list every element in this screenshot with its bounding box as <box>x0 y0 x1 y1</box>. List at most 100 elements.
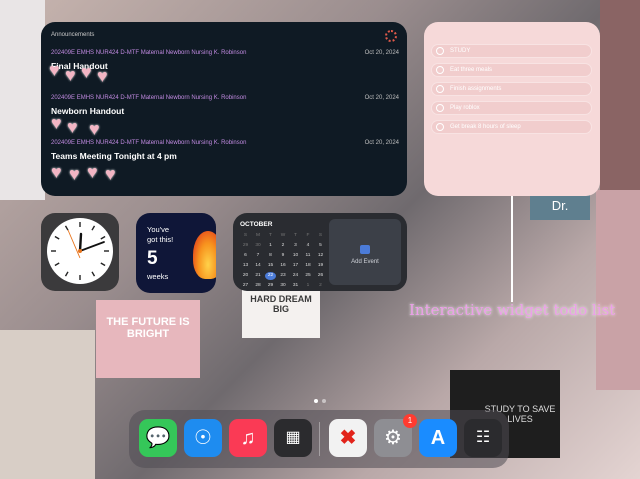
checkbox[interactable] <box>436 123 444 131</box>
calendar-day[interactable]: 14 <box>253 262 264 270</box>
calendar-day[interactable]: 11 <box>303 252 314 260</box>
todo-label: Get break 8 hours of sleep <box>450 123 521 130</box>
calendar-day[interactable]: 2 <box>315 282 326 290</box>
calendar-day[interactable]: 31 <box>290 282 301 290</box>
calendar-day[interactable]: 28 <box>253 282 264 290</box>
announcement-item[interactable]: 202409E EMHS NUR424 D-MTF Maternal Newbo… <box>51 95 399 139</box>
announcement-course: 202409E EMHS NUR424 D-MTF Maternal Newbo… <box>51 50 247 56</box>
heart-icon: ♥ <box>67 117 78 137</box>
announcement-course: 202409E EMHS NUR424 D-MTF Maternal Newbo… <box>51 95 247 101</box>
heart-icon: ♥ <box>105 164 116 184</box>
chat-bubble-icon: 💬 <box>145 427 171 449</box>
calendar-day[interactable]: 16 <box>278 262 289 270</box>
grid-icon: ▦ <box>285 429 301 446</box>
calendar-day[interactable]: 23 <box>278 272 289 280</box>
page-dot-active[interactable] <box>314 399 318 403</box>
calendar-day[interactable]: 27 <box>240 282 251 290</box>
settings-app-icon[interactable]: ⚙ 1 <box>374 414 417 457</box>
wallpaper-photo-right <box>600 0 640 200</box>
calendar-day[interactable]: 30 <box>253 242 264 250</box>
calendar-day[interactable]: 22 <box>265 272 276 280</box>
calendar-day[interactable]: 29 <box>265 282 276 290</box>
calendar-day[interactable]: 20 <box>240 272 251 280</box>
calendar-day[interactable]: 7 <box>253 252 264 260</box>
calendar-day[interactable]: 19 <box>315 262 326 270</box>
app-store-icon[interactable]: A <box>419 419 457 457</box>
add-event-button[interactable]: Add Event <box>329 219 401 285</box>
clock-widget[interactable] <box>41 213 119 291</box>
calendar-day[interactable]: 26 <box>315 272 326 280</box>
announcement-date: Oct 20, 2024 <box>364 95 399 101</box>
clock-hands-icon <box>51 222 109 280</box>
calendar-day[interactable]: 15 <box>265 262 276 270</box>
calendar-day[interactable]: 1 <box>303 282 314 290</box>
safari-app-icon[interactable]: ☉ <box>184 419 222 457</box>
checkbox[interactable] <box>436 66 444 74</box>
clock-face <box>47 218 113 284</box>
calendar-day[interactable]: 29 <box>240 242 251 250</box>
calendar-day[interactable]: 2 <box>278 242 289 250</box>
calendar-day[interactable]: 13 <box>240 262 251 270</box>
heart-icon: ♥ <box>81 62 92 82</box>
calendar-day[interactable]: 10 <box>290 252 301 260</box>
calendar-widget[interactable]: OCTOBER S M T W T F S 29 30 1 2 3 4 5 6 7 8 9 10 11 12 13 14 15… <box>233 213 407 291</box>
heart-icon: ♥ <box>97 66 108 86</box>
todo-item[interactable]: Play roblox <box>431 101 592 115</box>
calendar-day[interactable]: 12 <box>315 252 326 260</box>
calendar-day[interactable]: 5 <box>315 242 326 250</box>
calendar-weekday: M <box>256 233 260 238</box>
calendar-day[interactable]: 17 <box>290 262 301 270</box>
checkbox[interactable] <box>436 85 444 93</box>
calendar-weekday: S <box>243 233 248 238</box>
todo-label: Play roblox <box>450 104 480 111</box>
calendar-day[interactable]: 4 <box>303 242 314 250</box>
heart-icon: ♥ <box>51 162 62 182</box>
todo-label: STUDY <box>450 47 471 54</box>
shortcuts-app-icon[interactable]: ☷ <box>464 419 502 457</box>
flame-icon <box>193 231 216 279</box>
countdown-value: 5 <box>147 248 158 269</box>
checkbox[interactable] <box>436 104 444 112</box>
notification-badge: 1 <box>403 414 417 428</box>
todo-item[interactable]: Eat three meals <box>431 63 592 77</box>
countdown-widget[interactable]: You've got this! 5 weeks <box>136 213 216 293</box>
page-dot[interactable] <box>322 399 326 403</box>
calendar-day[interactable]: 18 <box>303 262 314 270</box>
todo-item[interactable]: Finish assignments <box>431 82 592 96</box>
music-app-icon[interactable]: ♫ <box>229 419 267 457</box>
announcements-header: Announcements <box>51 32 95 38</box>
calendar-day[interactable]: 21 <box>253 272 264 280</box>
calendar-day[interactable]: 3 <box>290 242 301 250</box>
music-note-icon: ♫ <box>240 427 256 449</box>
countdown-line1: You've <box>147 225 170 234</box>
announcement-item[interactable]: 202409E EMHS NUR424 D-MTF Maternal Newbo… <box>49 50 399 90</box>
announcement-item[interactable]: 202409E EMHS NUR424 D-MTF Maternal Newbo… <box>51 140 399 184</box>
announcements-widget[interactable]: Announcements 202409E EMHS NUR424 D-MTF … <box>41 22 407 196</box>
announcement-date: Oct 20, 2024 <box>364 50 399 56</box>
calendar-weekday: F <box>306 233 310 238</box>
heart-icon: ♥ <box>49 60 60 80</box>
calendar-day[interactable]: 6 <box>240 252 251 260</box>
calendar-day[interactable]: 24 <box>290 272 301 280</box>
close-app-icon[interactable]: ✖ <box>329 419 367 457</box>
todo-item[interactable]: STUDY <box>431 44 592 58</box>
checkbox[interactable] <box>436 47 444 55</box>
calendar-day[interactable]: 1 <box>265 242 276 250</box>
calendar-day[interactable]: 8 <box>265 252 276 260</box>
calendar-day[interactable]: 9 <box>278 252 289 260</box>
todo-widget[interactable]: STUDY Eat three meals Finish assignments… <box>424 22 600 196</box>
calendar-weekday: S <box>318 233 323 238</box>
calendar-icon <box>360 245 370 254</box>
app-library-icon[interactable]: ▦ <box>274 419 312 457</box>
todo-item[interactable]: Get break 8 hours of sleep <box>431 120 592 134</box>
calendar-day[interactable]: 30 <box>278 282 289 290</box>
loading-ring-icon <box>385 30 397 42</box>
wallpaper-book <box>0 330 95 479</box>
wallpaper-sign-future: THE FUTURE IS BRIGHT <box>96 300 200 378</box>
messages-app-icon[interactable]: 💬 <box>139 419 177 457</box>
wallpaper-photo-left <box>0 0 45 200</box>
calendar-month: OCTOBER <box>240 221 273 228</box>
calendar-day[interactable]: 25 <box>303 272 314 280</box>
countdown-line2: got this! <box>147 235 174 244</box>
close-icon: ✖ <box>339 427 357 449</box>
